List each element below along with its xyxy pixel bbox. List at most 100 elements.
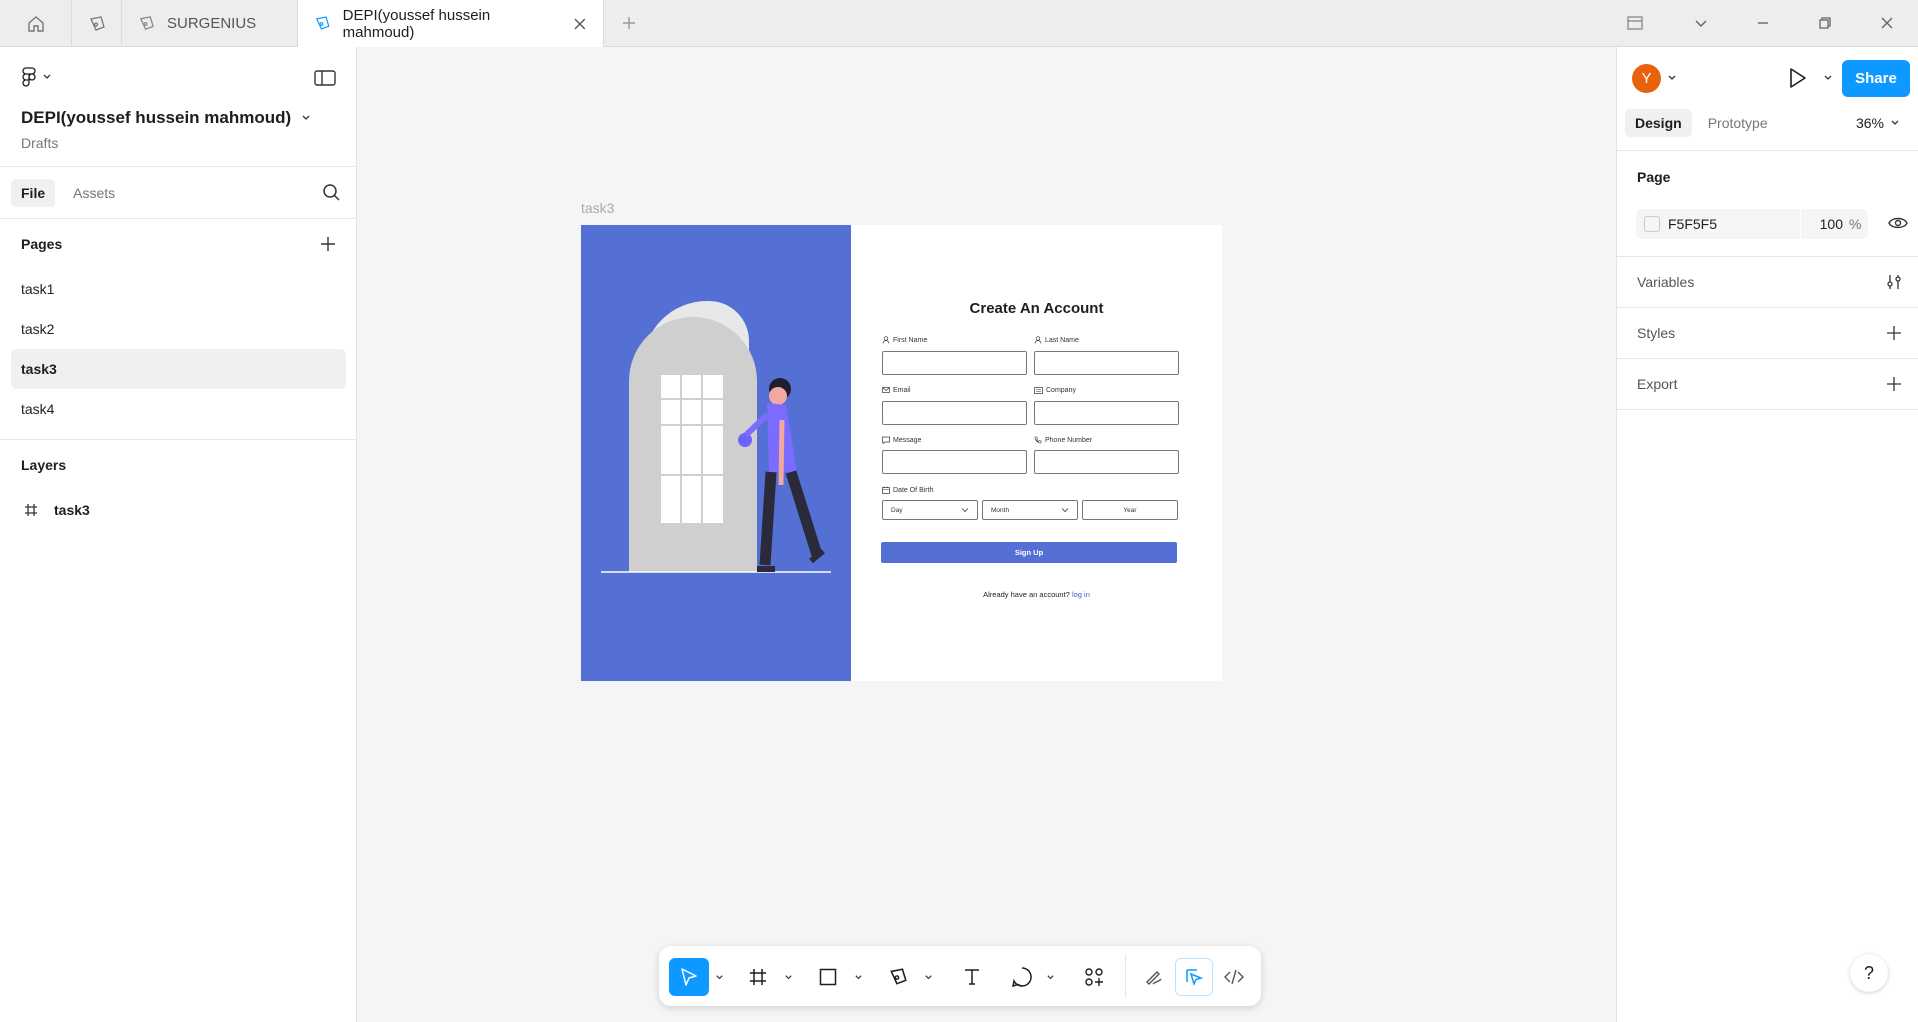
door-person-illustration	[601, 301, 831, 573]
share-button[interactable]: Share	[1842, 60, 1910, 97]
login-link[interactable]: log in	[1072, 590, 1090, 599]
user-icon	[1034, 336, 1042, 344]
sidebar-window-button[interactable]	[1604, 0, 1666, 47]
page-color-hex[interactable]: F5F5F5	[1668, 216, 1800, 232]
chevron-down-icon[interactable]	[1823, 73, 1833, 83]
file-location[interactable]: Drafts	[21, 135, 58, 151]
dev-mode-button[interactable]	[1215, 958, 1253, 996]
file-title[interactable]: DEPI(youssef hussein mahmoud)	[21, 108, 311, 128]
chevron-down-icon	[1695, 20, 1707, 27]
layers-title: Layers	[21, 457, 67, 473]
frame-tool-menu[interactable]	[781, 958, 795, 996]
zoom-control[interactable]: 36%	[1856, 115, 1900, 131]
actions-tool[interactable]	[1075, 958, 1113, 996]
move-tool[interactable]	[669, 958, 709, 996]
plus-icon[interactable]	[1886, 376, 1902, 392]
phone-input[interactable]	[1034, 450, 1179, 474]
help-button[interactable]: ?	[1850, 954, 1888, 992]
plus-icon[interactable]	[1886, 325, 1902, 341]
tab-surgenius[interactable]: SURGENIUS	[122, 0, 298, 47]
new-tab-button[interactable]	[604, 0, 654, 46]
email-label: Email	[882, 386, 911, 394]
pages-section: Pages task1 task2 task3 task4	[0, 219, 356, 440]
dob-month-select[interactable]: Month	[982, 500, 1078, 520]
tab-depi-file[interactable]: DEPI(youssef hussein mahmoud)	[298, 0, 604, 47]
variables-section[interactable]: Variables	[1617, 257, 1918, 308]
export-section[interactable]: Export	[1617, 359, 1918, 410]
pen-tool-menu[interactable]	[921, 958, 935, 996]
plus-icon	[623, 17, 635, 29]
tab-assets[interactable]: Assets	[63, 179, 125, 207]
restore-button[interactable]	[1794, 0, 1856, 47]
sidebar-toggle-icon[interactable]	[314, 69, 336, 87]
tab-design[interactable]: Design	[1625, 109, 1692, 137]
color-swatch[interactable]	[1644, 216, 1660, 232]
form-title: Create An Account	[969, 300, 1104, 317]
page-item-task2[interactable]: task2	[0, 309, 346, 349]
message-input[interactable]	[882, 450, 1027, 474]
close-icon[interactable]	[573, 17, 587, 31]
comment-tool-menu[interactable]	[1043, 958, 1057, 996]
page-label: Page	[1637, 169, 1671, 185]
pages-title: Pages	[21, 236, 63, 252]
tabs-menu-button[interactable]	[1670, 0, 1732, 47]
play-icon[interactable]	[1785, 66, 1809, 90]
community-tab[interactable]	[72, 0, 122, 47]
design-mode-button[interactable]	[1175, 958, 1213, 996]
rectangle-tool[interactable]	[809, 958, 847, 996]
comment-tool[interactable]	[1003, 958, 1041, 996]
pen-nib-icon	[139, 16, 154, 30]
avatar[interactable]: Y	[1632, 64, 1661, 93]
page-item-task4[interactable]: task4	[0, 389, 346, 429]
styles-section[interactable]: Styles	[1617, 308, 1918, 359]
title-bar: SURGENIUS DEPI(youssef hussein mahmoud)	[0, 0, 1918, 47]
add-page-icon[interactable]	[320, 236, 336, 252]
main-menu-button[interactable]	[22, 67, 52, 87]
pen-tool[interactable]	[879, 958, 917, 996]
last-name-input[interactable]	[1034, 351, 1179, 375]
message-icon	[882, 436, 890, 444]
email-input[interactable]	[882, 401, 1027, 425]
page-item-task3[interactable]: task3	[11, 349, 346, 389]
window-icon	[1627, 16, 1643, 30]
sliders-icon[interactable]	[1886, 274, 1902, 290]
design-frame[interactable]: Create An Account First Name Last Name E…	[581, 225, 1222, 681]
restore-icon	[1819, 17, 1831, 29]
page-opacity[interactable]: 100	[1801, 216, 1849, 232]
text-icon	[965, 969, 979, 985]
draw-mode-button[interactable]	[1135, 958, 1173, 996]
page-color-field[interactable]: F5F5F5 100 %	[1636, 209, 1868, 239]
phone-icon	[1034, 436, 1042, 444]
shape-tool-menu[interactable]	[851, 958, 865, 996]
chevron-down-icon	[302, 115, 310, 120]
dob-day-select[interactable]: Day	[882, 500, 978, 520]
page-item-task1[interactable]: task1	[0, 269, 346, 309]
message-label: Message	[882, 436, 921, 444]
close-icon	[1881, 17, 1893, 29]
file-header: DEPI(youssef hussein mahmoud) Drafts	[0, 47, 356, 167]
zoom-level: 36%	[1855, 115, 1884, 131]
cursor-icon	[681, 968, 697, 986]
sign-up-button[interactable]: Sign Up	[881, 542, 1177, 563]
text-tool[interactable]	[953, 958, 991, 996]
frame-label[interactable]: task3	[581, 200, 614, 216]
dob-year-input[interactable]: Year	[1082, 500, 1178, 520]
search-icon[interactable]	[322, 183, 340, 201]
chevron-down-icon[interactable]	[1667, 73, 1677, 83]
chevron-down-icon	[961, 508, 969, 513]
minimize-button[interactable]	[1732, 0, 1794, 47]
tab-file[interactable]: File	[11, 178, 56, 207]
pen-nib-icon	[89, 15, 105, 31]
first-name-input[interactable]	[882, 351, 1027, 375]
frame-tool[interactable]	[739, 958, 777, 996]
chevron-down-icon	[784, 974, 792, 979]
home-tab[interactable]	[0, 0, 72, 47]
toolbar-divider	[1125, 954, 1126, 998]
layer-item-task3[interactable]: task3	[0, 490, 356, 530]
eye-icon[interactable]	[1888, 215, 1908, 231]
company-input[interactable]	[1034, 401, 1179, 425]
close-window-button[interactable]	[1856, 0, 1918, 47]
move-tool-menu[interactable]	[712, 958, 726, 996]
tab-prototype[interactable]: Prototype	[1698, 109, 1778, 137]
dob-label: Date Of Birth	[882, 486, 933, 494]
